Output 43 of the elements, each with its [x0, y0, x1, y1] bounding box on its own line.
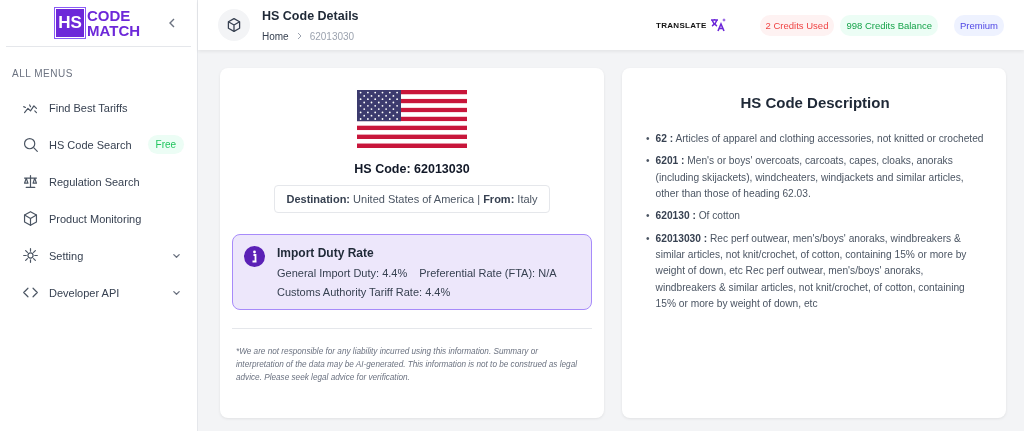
sidebar-item[interactable]: Product Monitoring [0, 200, 197, 237]
breadcrumb-current: 62013030 [309, 30, 355, 42]
chevron-icon[interactable] [172, 251, 181, 260]
card-title: HS Code Description [739, 94, 891, 111]
customs-rate: Customs Authority Tariff Rate: 4.4% [277, 286, 451, 298]
description-item: 62013030 : Rec perf outwear, men's/boys' anoraks, windbreakers & similar articles, not knit/crochet, of cotton, containing 15% or more by weight of down, etc Rec perf outwear, men's/boys' anoraks, windbreakers & similar articles, not knit/crochet, of cotton, containing 15% or more by weight of down, etc [655, 231, 968, 311]
general-duty: General Import Duty: 4.4% [277, 267, 408, 279]
description-item: 62 : Articles of apparel and clothing accessories, not knitted or crocheted [655, 132, 984, 146]
credit-badge: Premium [954, 14, 1004, 36]
box-icon [218, 9, 250, 41]
credit-badge: 2 Credits Used [759, 14, 835, 36]
settings-icon [22, 247, 39, 264]
breadcrumb-link[interactable]: Home [262, 30, 289, 42]
logo-mark: HS [56, 9, 84, 37]
sidebar-item[interactable]: HS Code Search Free [0, 126, 197, 163]
preferential-rate: Preferential Rate (FTA): N/A [419, 267, 557, 279]
translate-button[interactable]: TRANSLATE [656, 18, 726, 32]
section-title: ALL MENUS [12, 68, 74, 79]
credit-badge: 998 Credits Balance [840, 14, 938, 36]
hs-code: HS Code: 62013030 [354, 162, 470, 176]
bullet: • [646, 231, 650, 246]
logo-wordmark: CODE MATCH [87, 8, 141, 38]
bullet: • [646, 132, 650, 146]
chevron-icon [296, 30, 302, 42]
sidebar-item[interactable]: Setting [0, 237, 197, 274]
route-info: Destination: United States of America | From: Italy [274, 185, 550, 213]
sidebar-item[interactable]: Regulation Search [0, 163, 197, 200]
page-title: HS Code Details [262, 8, 359, 23]
description-item: 6201 : Men's or boys' overcoats, carcoats, capes, cloaks, anoraks (including skijackets), windcheaters, windjackets and similar articles, other than those of heading 62.03. [655, 154, 965, 201]
sidebar-item[interactable]: Developer API [0, 274, 197, 311]
search-icon [22, 136, 39, 153]
info-icon [244, 246, 265, 267]
bullet: • [646, 154, 650, 169]
bullet: • [646, 209, 650, 224]
translate-icon [709, 18, 726, 32]
box-icon [22, 210, 39, 227]
description-item: 620130 : Of cotton [655, 209, 740, 224]
duty-title: Import Duty Rate [277, 246, 375, 260]
disclaimer: *We are not responsible for any liability incurred using this information. Summary or interpretation of the data may be AI-generated. This information is not to be construed as legal advice. Please seek legal advice for verification. [235, 346, 579, 385]
sidebar-item[interactable]: Find Best Tariffs [0, 89, 197, 126]
scale-icon [22, 173, 39, 190]
chevron-icon[interactable] [172, 288, 181, 297]
free-badge: Free [147, 135, 185, 154]
